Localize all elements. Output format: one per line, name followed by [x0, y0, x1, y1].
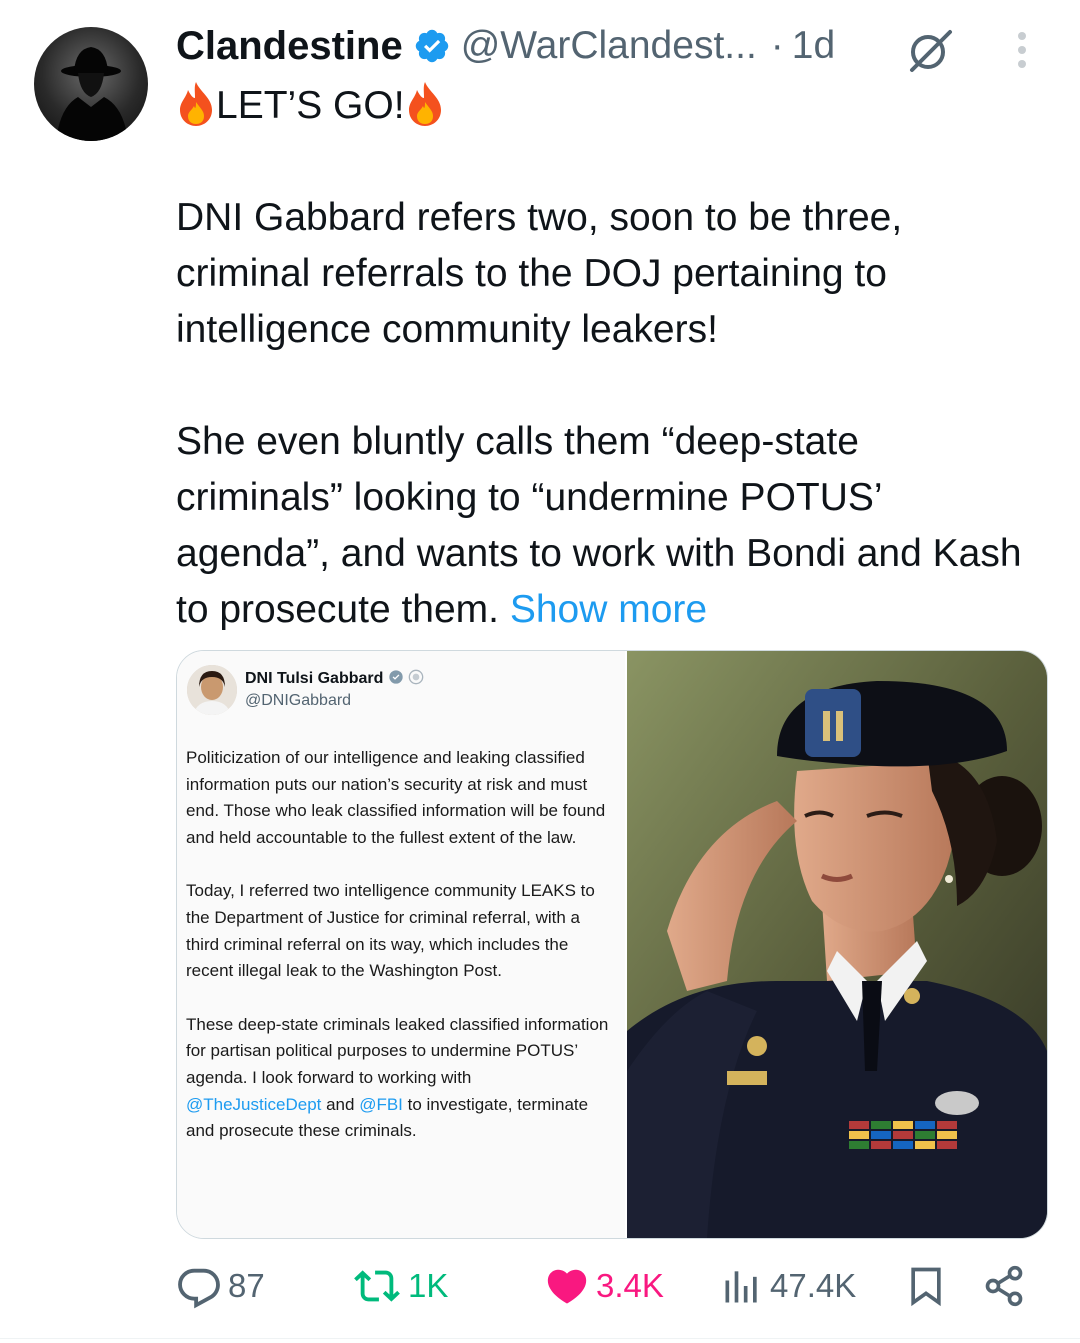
gray-verified-badge-icon — [389, 670, 403, 684]
quoted-display-name: DNI Tulsi Gabbard — [245, 670, 384, 687]
views-count: 47.4K — [770, 1267, 857, 1304]
post-paragraph-2-block: She even bluntly calls them “deep-state … — [176, 414, 1036, 638]
share-button[interactable] — [982, 1258, 1026, 1314]
quoted-handle: @DNIGabbard — [245, 692, 352, 709]
post-time[interactable]: 1d — [792, 24, 835, 68]
mention-fbi: @FBI — [359, 1094, 403, 1114]
repost-icon — [354, 1270, 400, 1302]
display-name[interactable]: Clandestine — [176, 24, 403, 69]
repost-count: 1K — [408, 1267, 449, 1304]
reply-count: 87 — [228, 1267, 265, 1304]
action-bar: 87 1K 3.4K 47.4K — [176, 1258, 1036, 1314]
views-button[interactable]: 47.4K — [720, 1258, 856, 1314]
quoted-paragraph-3-part-1: These deep-state criminals leaked classi… — [186, 1014, 609, 1087]
heart-icon — [547, 1269, 587, 1304]
divider — [0, 1338, 1080, 1339]
fire-emoji-icon — [176, 80, 216, 126]
quoted-paragraph-3: These deep-state criminals leaked classi… — [186, 1012, 611, 1145]
quoted-paragraph-3-part-2: and — [321, 1094, 360, 1114]
spy-silhouette-icon — [56, 47, 128, 141]
quoted-name-row: DNI Tulsi Gabbard — [245, 669, 424, 688]
post-title-text: LET’S GO! — [216, 84, 405, 127]
like-count: 3.4K — [596, 1267, 664, 1304]
show-more-link[interactable]: Show more — [510, 588, 707, 631]
views-chart-icon — [725, 1271, 757, 1303]
government-seal-icon — [408, 669, 424, 685]
mention-justice-dept: @TheJusticeDept — [186, 1094, 322, 1114]
grok-icon[interactable] — [906, 28, 954, 74]
more-options-icon[interactable] — [1010, 30, 1034, 72]
separator-dot: · — [770, 24, 784, 67]
quoted-paragraph-1: Politicization of our intelligence and l… — [186, 748, 606, 847]
like-button[interactable]: 3.4K — [544, 1258, 664, 1314]
bookmark-button[interactable] — [904, 1258, 948, 1314]
post-media[interactable]: DNI Tulsi Gabbard @DNIGabbard Politiciza… — [176, 650, 1048, 1239]
author-avatar[interactable] — [34, 27, 148, 141]
reply-button[interactable]: 87 — [176, 1258, 265, 1314]
quoted-avatar — [187, 665, 237, 715]
quoted-post-image[interactable]: DNI Tulsi Gabbard @DNIGabbard Politiciza… — [177, 651, 625, 1238]
quoted-text: Politicization of our intelligence and l… — [186, 745, 611, 1172]
post-text: LET’S GO! DNI Gabbard refers two, soon t… — [176, 78, 1036, 638]
share-icon — [985, 1265, 1023, 1307]
post-title-line: LET’S GO! — [176, 78, 1036, 134]
repost-button[interactable]: 1K — [352, 1258, 448, 1314]
fire-emoji-icon — [405, 80, 445, 126]
author-handle[interactable]: @WarClandest... — [461, 24, 757, 68]
quoted-paragraph-2: Today, I referred two intelligence commu… — [186, 881, 595, 981]
bookmark-icon — [911, 1267, 941, 1307]
verified-badge-icon[interactable] — [413, 27, 451, 65]
reply-icon — [178, 1268, 220, 1309]
saluting-officer-photo[interactable] — [627, 651, 1047, 1238]
post-paragraph-1: DNI Gabbard refers two, soon to be three… — [176, 196, 903, 351]
